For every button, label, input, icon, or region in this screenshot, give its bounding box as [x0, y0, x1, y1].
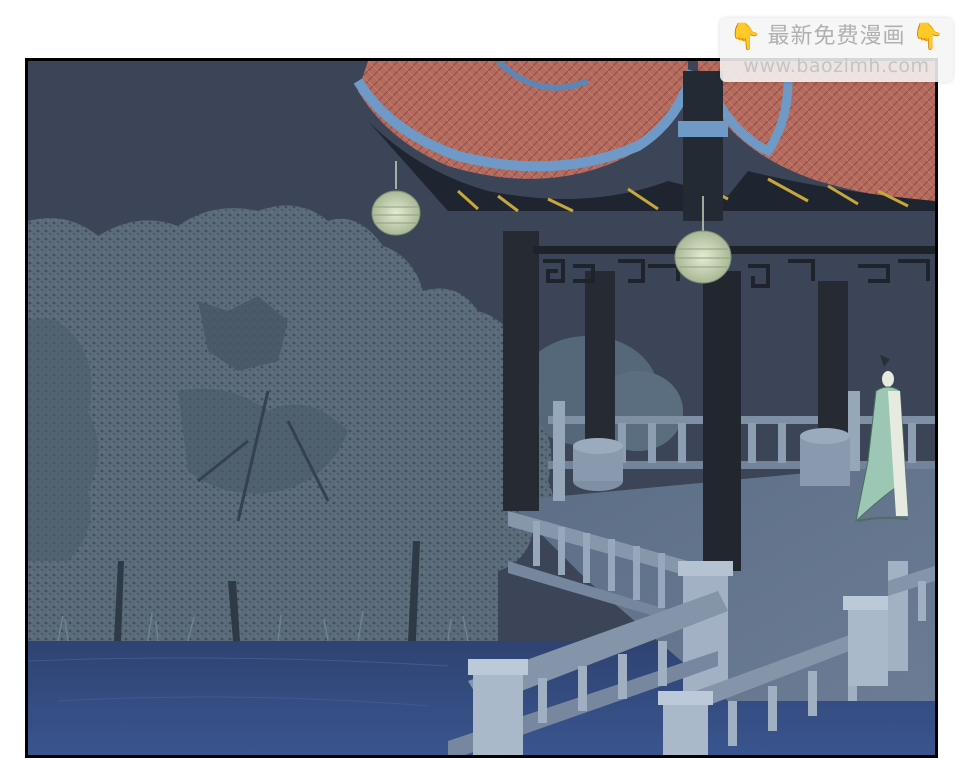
pointing-down-hand-icon: 👇: [729, 22, 762, 52]
comic-panel: [25, 58, 938, 758]
watermark-title: 最新免费漫画: [767, 24, 906, 49]
pavilion-roof: [353, 61, 935, 221]
pointing-down-hand-icon: 👇: [911, 22, 944, 52]
site-watermark: 👇 最新免费漫画 👇 www.baozimh.com: [720, 18, 953, 82]
night-pavilion-scene: [28, 61, 935, 755]
watermark-url: www.baozimh.com: [743, 55, 930, 77]
